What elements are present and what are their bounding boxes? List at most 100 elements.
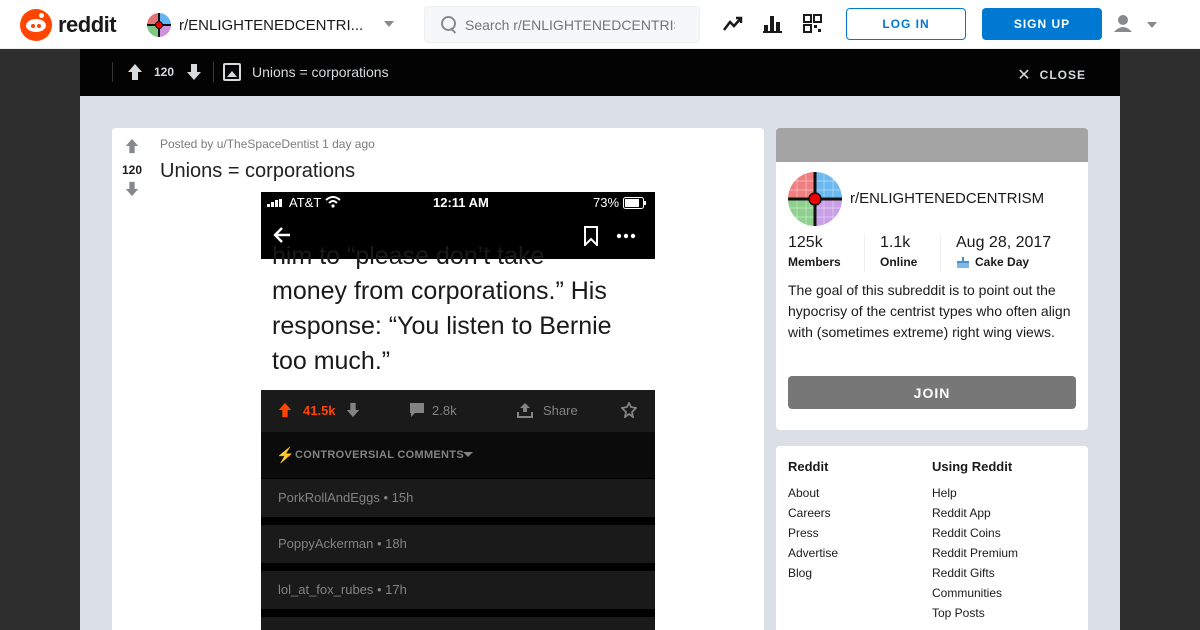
logo-wordmark: reddit: [58, 12, 117, 37]
join-button[interactable]: JOIN: [788, 376, 1076, 409]
chevron-down-icon: ⌄: [623, 617, 635, 630]
link-reddit-coins[interactable]: Reddit Coins: [932, 523, 1018, 543]
subreddit-selector-label: r/ENLIGHTENEDCENTRI...: [179, 16, 364, 34]
comment-row: PoppyAckerman • 18h: [261, 525, 655, 563]
login-button[interactable]: LOG IN: [846, 8, 966, 40]
community-banner: [776, 128, 1088, 162]
user-menu[interactable]: [1112, 12, 1162, 36]
cakeday-value: Aug 28, 2017: [956, 234, 1052, 251]
battery-icon: [623, 197, 646, 209]
image-post-icon: [223, 63, 241, 81]
clock-label: 12:11 AM: [433, 195, 489, 210]
community-description: The goal of this subreddit is to point o…: [788, 282, 1071, 340]
share-icon: [517, 402, 533, 421]
cakeday-label: Cake Day: [975, 255, 1030, 269]
close-button[interactable]: ✕ CLOSE: [1017, 65, 1086, 85]
reddit-links-column: Reddit About Careers Press Advertise Blo…: [788, 459, 838, 583]
signup-button[interactable]: SIGN UP: [982, 8, 1102, 40]
upvote-icon: [277, 402, 293, 421]
battery-label: 73%: [593, 195, 620, 210]
post-top-bar: 120 Unions = corporations ✕ CLOSE: [80, 49, 1120, 96]
post-meta: Posted by u/TheSpaceDentist 1 day ago: [160, 137, 375, 151]
members-label: Members: [788, 255, 841, 269]
chevron-down-icon: [463, 452, 473, 457]
post-score: 120: [121, 163, 143, 177]
downvote-icon: [345, 402, 361, 421]
search-box[interactable]: [424, 6, 700, 43]
search-input[interactable]: [465, 16, 675, 33]
lightning-icon: ⚡: [276, 447, 295, 464]
subreddit-selector[interactable]: r/ENLIGHTENEDCENTRI...: [140, 8, 404, 42]
link-advertise[interactable]: Advertise: [788, 543, 838, 563]
vote-column: 120: [120, 138, 144, 202]
downvote-icon[interactable]: [124, 181, 140, 197]
top-header: reddit r/ENLIGHTENEDCENTRI... Search r/E…: [0, 0, 1200, 49]
post-title: Unions = corporations: [160, 160, 356, 182]
sort-label: CONTROVERSIAL COMMENTS: [295, 449, 464, 461]
trending-icon[interactable]: [722, 12, 744, 36]
reddit-alien-icon: [20, 9, 52, 41]
app-root: reddit r/ENLIGHTENEDCENTRI... Search r/E…: [0, 0, 1200, 630]
members-value: 125k: [788, 234, 823, 251]
chevron-down-icon: [384, 21, 394, 27]
footer-links-widget: Reddit About Careers Press Advertise Blo…: [776, 446, 1088, 630]
divider: [213, 62, 214, 82]
stats-icon[interactable]: [762, 12, 784, 36]
online-stat: 1.1k Online: [864, 234, 940, 272]
community-icon: [788, 172, 842, 226]
link-press[interactable]: Press: [788, 523, 838, 543]
link-communities[interactable]: Communities: [932, 583, 1018, 603]
close-icon: ✕: [1017, 67, 1032, 84]
downvote-icon[interactable]: [186, 63, 202, 81]
link-blog[interactable]: Blog: [788, 563, 838, 583]
link-reddit-gifts[interactable]: Reddit Gifts: [932, 563, 1018, 583]
comment-row: lol_at_fox_rubes • 17h: [261, 571, 655, 609]
signal-icon: [267, 199, 282, 207]
upvote-icon[interactable]: [124, 138, 140, 154]
screenshot-action-bar: 41.5k 2.8k Share: [261, 390, 655, 432]
community-name[interactable]: r/ENLIGHTENEDCENTRISM: [850, 190, 1044, 207]
comment-sort-row: ⚡ CONTROVERSIAL COMMENTS: [261, 432, 655, 478]
community-stats: 125k Members 1.1k Online Aug 28, 2017 Ca…: [788, 234, 1076, 272]
online-value: 1.1k: [880, 234, 911, 251]
link-reddit-app[interactable]: Reddit App: [932, 503, 1018, 523]
cake-icon: [957, 256, 969, 268]
comment-count: 2.8k: [432, 403, 457, 418]
post-modal: 120 Unions = corporations ✕ CLOSE 120 Po…: [80, 49, 1120, 630]
close-label: CLOSE: [1039, 68, 1086, 82]
cakeday-label-row: Cake Day: [956, 255, 1051, 269]
award-icon: [620, 400, 638, 421]
link-help[interactable]: Help: [932, 483, 1018, 503]
upvote-icon[interactable]: [127, 63, 143, 81]
members-stat: 125k Members: [788, 234, 864, 272]
about-community-widget: r/ENLIGHTENEDCENTRISM 125k Members 1.1k …: [776, 128, 1088, 430]
divider: [112, 62, 113, 82]
share-label: Share: [543, 403, 578, 418]
phone-status-bar: AT&T 12:11 AM 73%: [261, 192, 655, 214]
using-reddit-links-column: Using Reddit Help Reddit App Reddit Coin…: [932, 459, 1018, 623]
post-bar-score: 120: [154, 65, 175, 79]
links-heading: Using Reddit: [932, 459, 1013, 474]
screenshot-text: him to “please don’t take money from cor…: [261, 242, 655, 390]
header-icons: [722, 12, 842, 36]
comment-row: PorkRollAndEggs • 15h: [261, 479, 655, 517]
subreddit-icon: [147, 13, 171, 37]
link-top-posts[interactable]: Top Posts: [932, 603, 1018, 623]
text-line: him to “please don’t take: [272, 242, 545, 270]
link-careers[interactable]: Careers: [788, 503, 838, 523]
user-icon: [1114, 15, 1157, 32]
reddit-logo[interactable]: reddit: [20, 9, 117, 41]
search-icon: [439, 15, 459, 35]
comment-row: ⌄: [261, 617, 655, 630]
link-about[interactable]: About: [788, 483, 838, 503]
post-bar-title: Unions = corporations: [252, 64, 389, 80]
post-card: 120 Posted by u/TheSpaceDentist 1 day ag…: [112, 128, 764, 630]
carrier-label: AT&T: [289, 195, 322, 210]
online-label: Online: [880, 255, 918, 269]
links-heading: Reddit: [788, 459, 829, 474]
post-image[interactable]: AT&T 12:11 AM 73% him to “please don’t t…: [261, 192, 655, 630]
text-line: too much.”: [272, 347, 391, 375]
text-line: money from corporations.” His: [272, 277, 607, 305]
link-reddit-premium[interactable]: Reddit Premium: [932, 543, 1018, 563]
coins-icon[interactable]: [802, 12, 824, 36]
